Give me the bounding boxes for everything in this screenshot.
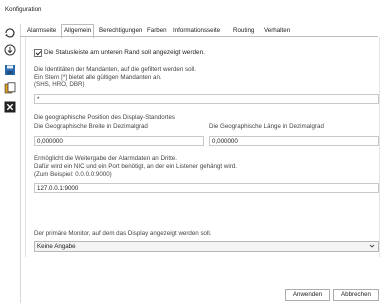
refresh-icon[interactable] [4, 27, 16, 39]
clients-description-line1: Die Identitäten der Mandanten, auf die g… [34, 66, 197, 73]
tab-informationsseite[interactable]: Informationsseite [172, 26, 221, 36]
geo-heading: Die geographische Position des Display-S… [34, 114, 176, 121]
monitor-select[interactable]: Keine Angabe [34, 241, 379, 252]
forward-description-line1: Ermöglicht die Weitergabe der Alarmdaten… [34, 155, 177, 162]
left-toolbar [0, 24, 21, 303]
window-title: Konfiguration [5, 6, 42, 13]
clients-description-line2: Ein Stern [*] bietet alle gültigen Manda… [34, 73, 162, 81]
chevron-down-icon [369, 244, 375, 248]
save-icon[interactable] [4, 64, 16, 76]
longitude-input[interactable]: 0,000000 [209, 136, 379, 146]
latitude-input[interactable]: 0,000000 [34, 136, 204, 146]
monitor-label: Der primäre Monitor, auf dem das Display… [34, 230, 212, 237]
statusbar-checkbox[interactable] [34, 49, 42, 57]
tab-verhalten[interactable]: Verhalten [263, 26, 291, 36]
statusbar-checkbox-label: Die Statusleiste am unteren Rand soll an… [44, 49, 205, 56]
export-icon[interactable] [4, 82, 16, 94]
cancel-button[interactable]: Abbrechen [333, 289, 379, 301]
clients-description-line3: (SHS, HRO, DBR) [34, 81, 85, 88]
forward-description-line3: (Zum Beispiel: 0.0.0.0:9000) [34, 170, 112, 178]
tab-routing[interactable]: Routing [232, 26, 255, 36]
title-bar: Konfiguration [0, 0, 382, 24]
monitor-select-value: Keine Angabe [37, 243, 76, 250]
download-icon[interactable] [4, 44, 16, 56]
forward-address-input[interactable]: 127.0.0.1:9000 [34, 183, 379, 193]
configuration-window: Konfiguration Alarmseite Allgemein Berec… [0, 0, 382, 303]
forward-description-line2: Dafür wird ein NIC und ein Port benötigt… [34, 163, 237, 170]
latitude-label: Die Geographische Breite in Dezimalgrad [34, 123, 148, 130]
tab-berechtigungen[interactable]: Berechtigungen [98, 26, 143, 36]
tab-alarmseite[interactable]: Alarmseite [26, 26, 57, 36]
longitude-label: Die Geographische Länge in Dezimalgrad [209, 123, 324, 130]
tab-farben[interactable]: Farben [146, 26, 168, 36]
clients-input[interactable]: * [34, 94, 379, 104]
close-icon[interactable] [4, 101, 16, 113]
apply-button[interactable]: Anwenden [285, 289, 330, 301]
